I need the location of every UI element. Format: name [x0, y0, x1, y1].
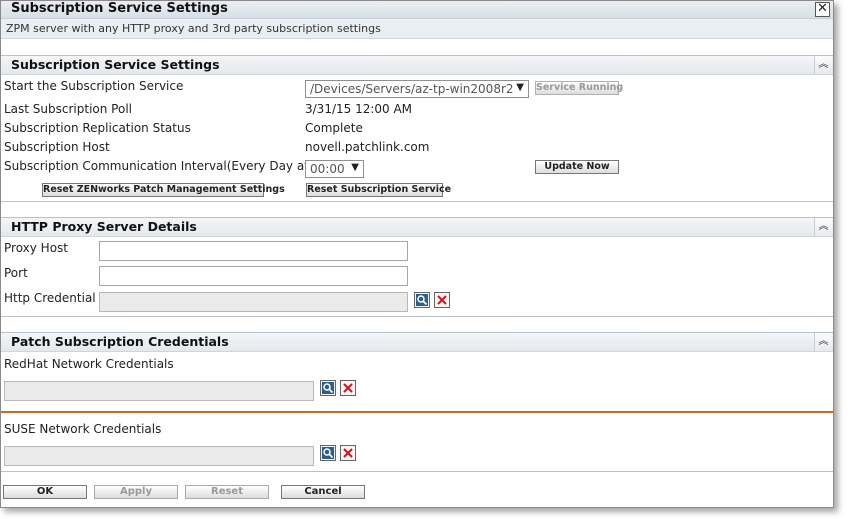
chevron-down-icon: ▼ — [516, 82, 524, 93]
proxy-host-input[interactable] — [99, 241, 408, 261]
proxy-section-header: HTTP Proxy Server Details ︽ — [1, 218, 833, 237]
interval-select-value: 00:00 — [310, 162, 345, 176]
subscription-section: Subscription Service Settings ︽ Start th… — [1, 55, 833, 202]
interval-select[interactable]: 00:00 ▼ — [305, 160, 364, 178]
update-now-button[interactable]: Update Now — [535, 160, 619, 174]
server-select[interactable]: /Devices/Servers/az-tp-win2008r2 ▼ — [305, 80, 529, 98]
port-input[interactable] — [99, 266, 408, 286]
cancel-button[interactable]: Cancel — [281, 485, 365, 499]
reset-subscription-service-button[interactable]: Reset Subscription Service — [306, 183, 451, 197]
reset-button[interactable]: Reset — [185, 485, 269, 499]
credentials-section-title: Patch Subscription Credentials — [11, 334, 229, 349]
dialog-subtitle: ZPM server with any HTTP proxy and 3rd p… — [6, 22, 381, 35]
credentials-section: Patch Subscription Credentials ︽ RedHat … — [1, 332, 833, 472]
http-credential-browse-button[interactable] — [414, 292, 430, 308]
redhat-clear-button[interactable] — [340, 380, 356, 396]
close-icon: ✕ — [817, 1, 828, 16]
section-divider — [1, 411, 833, 413]
http-credential-clear-button[interactable] — [434, 292, 450, 308]
http-credential-label: Http Credential — [4, 291, 96, 305]
apply-button[interactable]: Apply — [94, 485, 178, 499]
dialog-title: Subscription Service Settings — [11, 1, 228, 16]
port-label: Port — [4, 266, 28, 280]
x-icon — [343, 448, 353, 458]
magnifier-icon — [416, 294, 428, 306]
credentials-collapse-button[interactable]: ︽ — [814, 333, 832, 351]
subscription-section-header: Subscription Service Settings ︽ — [1, 56, 833, 75]
proxy-section-title: HTTP Proxy Server Details — [11, 219, 197, 234]
subscription-host-value: novell.patchlink.com — [305, 140, 430, 154]
proxy-section: HTTP Proxy Server Details ︽ Proxy Host P… — [1, 217, 833, 317]
subscription-host-label: Subscription Host — [4, 140, 110, 154]
redhat-browse-button[interactable] — [320, 380, 336, 396]
proxy-host-label: Proxy Host — [4, 241, 69, 255]
redhat-credentials-input[interactable] — [4, 381, 314, 401]
server-select-value: /Devices/Servers/az-tp-win2008r2 — [310, 82, 514, 96]
chevron-up-icon: ︽ — [818, 221, 829, 232]
chevron-up-icon: ︽ — [818, 336, 829, 347]
x-icon — [437, 295, 447, 305]
close-button[interactable]: ✕ — [815, 2, 830, 17]
chevron-down-icon: ▼ — [351, 162, 359, 173]
suse-browse-button[interactable] — [320, 445, 336, 461]
start-service-label: Start the Subscription Service — [4, 79, 184, 93]
magnifier-icon — [322, 447, 334, 459]
interval-label: Subscription Communication Interval(Ever… — [4, 159, 314, 173]
credentials-section-header: Patch Subscription Credentials ︽ — [1, 333, 833, 352]
chevron-up-icon: ︽ — [818, 59, 829, 70]
subscription-section-title: Subscription Service Settings — [11, 57, 220, 72]
titlebar: Subscription Service Settings ✕ — [1, 1, 833, 19]
proxy-collapse-button[interactable]: ︽ — [814, 218, 832, 236]
http-credential-input[interactable] — [99, 292, 408, 312]
magnifier-icon — [322, 382, 334, 394]
reset-zpm-settings-button[interactable]: Reset ZENworks Patch Management Settings — [42, 183, 285, 197]
subscription-collapse-button[interactable]: ︽ — [814, 56, 832, 74]
x-icon — [343, 383, 353, 393]
last-poll-label: Last Subscription Poll — [4, 102, 133, 116]
dialog: Subscription Service Settings ✕ ZPM serv… — [0, 0, 834, 508]
subtitle-bar: ZPM server with any HTTP proxy and 3rd p… — [1, 19, 833, 39]
suse-clear-button[interactable] — [340, 445, 356, 461]
ok-button[interactable]: OK — [3, 485, 87, 499]
redhat-credentials-label: RedHat Network Credentials — [4, 357, 174, 371]
replication-status-value: Complete — [305, 121, 363, 135]
replication-status-label: Subscription Replication Status — [4, 121, 191, 135]
last-poll-value: 3/31/15 12:00 AM — [305, 102, 413, 116]
suse-credentials-input[interactable] — [4, 446, 314, 466]
service-running-button[interactable]: Service Running — [535, 81, 623, 95]
suse-credentials-label: SUSE Network Credentials — [4, 422, 162, 436]
